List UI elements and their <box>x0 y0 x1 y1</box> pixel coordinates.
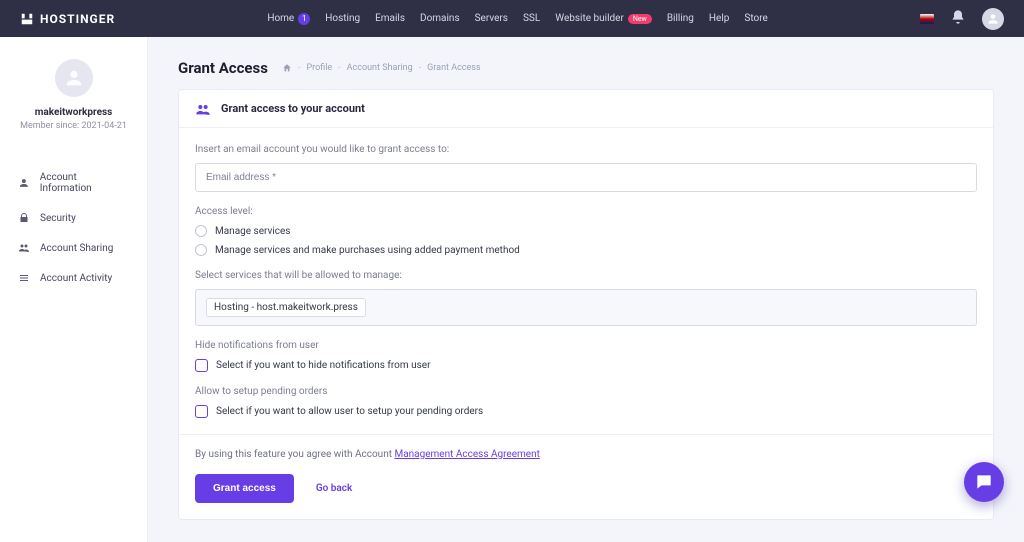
profile-member-since: Member since: 2021-04-21 <box>0 121 147 131</box>
people-icon <box>195 103 211 115</box>
language-flag-icon[interactable] <box>920 14 934 24</box>
pending-orders-check-label: Select if you want to allow user to setu… <box>216 406 483 417</box>
email-hint-label: Insert an email account you would like t… <box>195 144 977 155</box>
sidebar-item-label: Account Sharing <box>40 243 113 254</box>
nav-home-label: Home <box>267 13 294 24</box>
services-select[interactable]: Hosting - host.makeitwork.press <box>195 289 977 326</box>
page-title: Grant Access <box>178 59 268 77</box>
nav-home-badge: 1 <box>298 13 310 25</box>
header-right <box>920 8 1004 30</box>
breadcrumb-sep: - <box>298 63 301 73</box>
service-chip: Hosting - host.makeitwork.press <box>206 298 366 317</box>
main-content: Grant Access - Profile - Account Sharing… <box>148 37 1024 542</box>
person-icon <box>18 177 30 189</box>
sidebar: makeitworkpress Member since: 2021-04-21… <box>0 37 148 542</box>
primary-nav: Home 1 Hosting Emails Domains Servers SS… <box>267 13 768 25</box>
nav-hosting[interactable]: Hosting <box>325 13 360 25</box>
profile-block: makeitworkpress Member since: 2021-04-21 <box>0 59 147 149</box>
nav-emails[interactable]: Emails <box>375 13 405 25</box>
list-icon <box>18 272 30 284</box>
nav-store[interactable]: Store <box>744 13 767 25</box>
services-label: Select services that will be allowed to … <box>195 270 977 281</box>
sidebar-item-account-sharing[interactable]: Account Sharing <box>0 233 147 263</box>
nav-servers[interactable]: Servers <box>475 13 508 25</box>
nav-ssl[interactable]: SSL <box>523 13 540 25</box>
pending-orders-label: Allow to setup pending orders <box>195 386 977 397</box>
breadcrumb-sep: - <box>338 63 341 73</box>
nav-website-builder[interactable]: Website builder New <box>555 13 652 25</box>
radio-manage-services-label: Manage services <box>215 226 290 237</box>
brand-text: HOSTINGER <box>40 12 115 26</box>
nav-home[interactable]: Home 1 <box>267 13 310 25</box>
breadcrumb-profile[interactable]: Profile <box>306 63 332 73</box>
home-icon[interactable] <box>282 63 292 73</box>
nav-builder-label: Website builder <box>555 13 624 24</box>
sidebar-item-label: Account Activity <box>40 273 112 284</box>
card-title: Grant access to your account <box>221 102 365 115</box>
profile-avatar-icon <box>55 59 93 97</box>
email-input[interactable] <box>195 163 977 192</box>
grant-access-card: Grant access to your account Insert an e… <box>178 89 994 520</box>
sidebar-item-security[interactable]: Security <box>0 203 147 233</box>
radio-manage-purchase-label: Manage services and make purchases using… <box>215 245 520 256</box>
card-head: Grant access to your account <box>179 90 993 128</box>
hide-notifications-label: Hide notifications from user <box>195 340 977 351</box>
sidebar-item-label: Security <box>40 213 76 224</box>
profile-name: makeitworkpress <box>0 107 147 118</box>
account-avatar[interactable] <box>982 8 1004 30</box>
agreement-link[interactable]: Management Access Agreement <box>394 449 539 460</box>
grant-access-button[interactable]: Grant access <box>195 474 294 503</box>
sidebar-item-account-info[interactable]: Account Information <box>0 163 147 203</box>
nav-domains[interactable]: Domains <box>420 13 460 25</box>
sidebar-item-label: Account Information <box>40 172 129 194</box>
top-header: HOSTINGER Home 1 Hosting Emails Domains … <box>0 0 1024 37</box>
chat-icon <box>974 472 994 492</box>
lock-icon <box>18 212 30 224</box>
sidebar-item-account-activity[interactable]: Account Activity <box>0 263 147 293</box>
help-chat-button[interactable] <box>964 462 1004 502</box>
breadcrumb-current: Grant Access <box>427 63 480 73</box>
breadcrumb-sep: - <box>419 63 422 73</box>
nav-help[interactable]: Help <box>709 13 729 25</box>
radio-manage-purchase[interactable] <box>195 244 207 256</box>
notifications-icon[interactable] <box>950 9 966 29</box>
side-menu: Account Information Security Account Sha… <box>0 163 147 293</box>
brand-logo[interactable]: HOSTINGER <box>20 12 115 26</box>
hide-notifications-checkbox[interactable] <box>195 359 208 372</box>
nav-billing[interactable]: Billing <box>667 13 694 25</box>
access-level-label: Access level: <box>195 206 977 217</box>
people-icon <box>18 242 30 254</box>
breadcrumb: - Profile - Account Sharing - Grant Acce… <box>282 63 481 73</box>
agreement-text: By using this feature you agree with Acc… <box>195 449 394 460</box>
go-back-link[interactable]: Go back <box>316 483 352 494</box>
hide-notifications-check-label: Select if you want to hide notifications… <box>216 360 430 371</box>
breadcrumb-sharing[interactable]: Account Sharing <box>347 63 413 73</box>
radio-manage-services[interactable] <box>195 225 207 237</box>
nav-builder-badge: New <box>628 14 652 24</box>
hostinger-icon <box>20 12 34 26</box>
pending-orders-checkbox[interactable] <box>195 405 208 418</box>
